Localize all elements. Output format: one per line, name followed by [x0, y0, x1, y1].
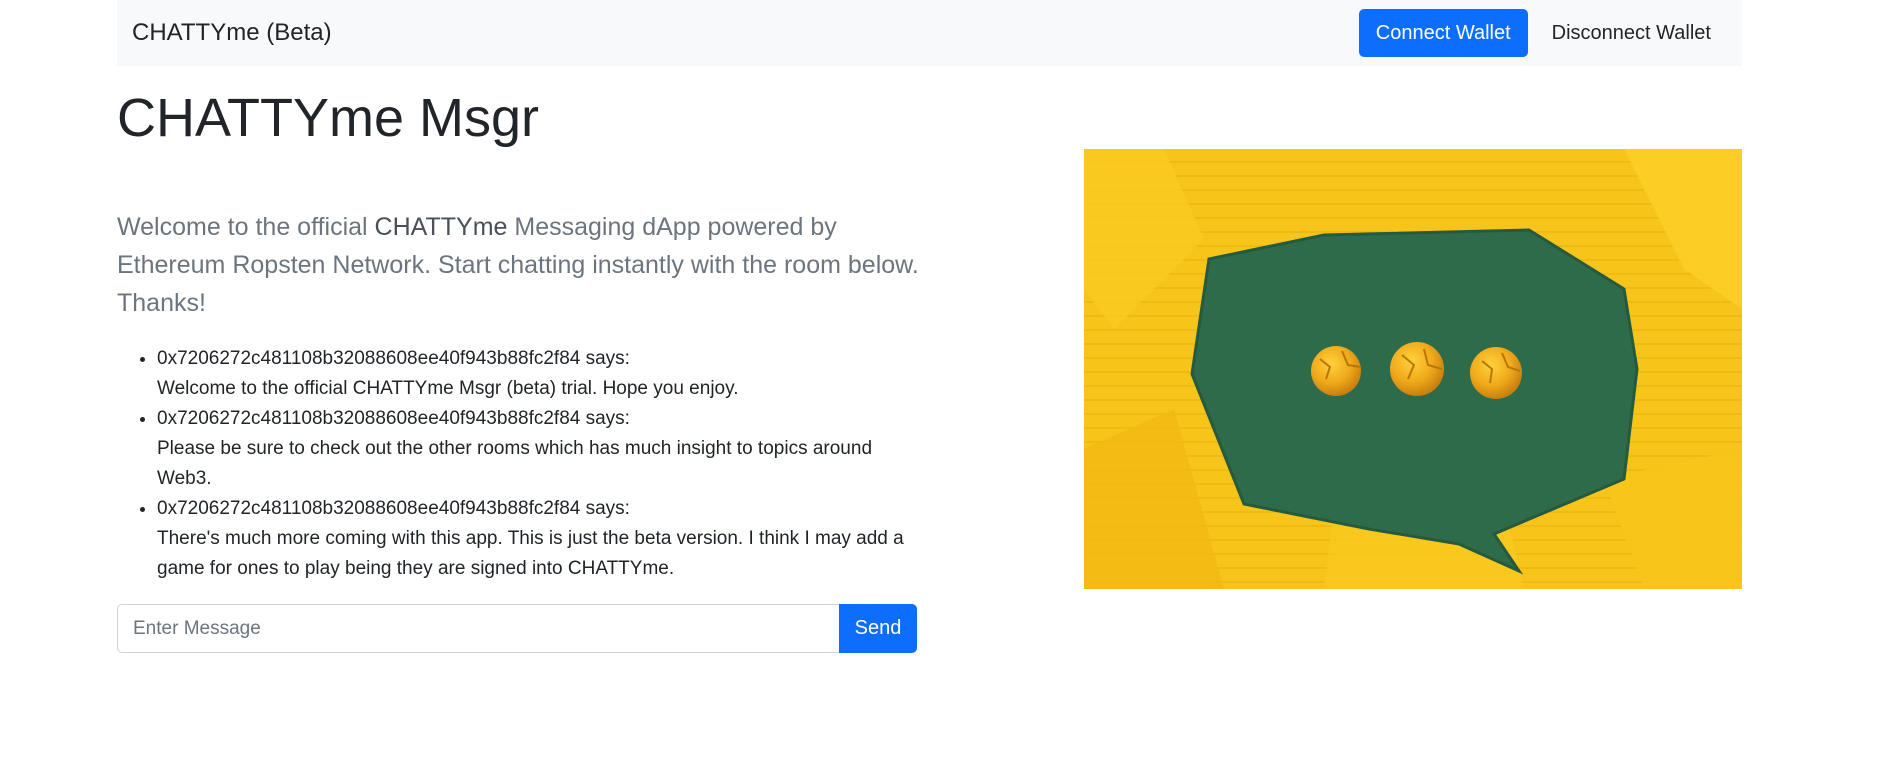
message-text: There's much more coming with this app. …	[157, 528, 904, 579]
brand-link[interactable]: CHATTYme (Beta)	[132, 19, 332, 47]
navbar: CHATTYme (Beta) Connect Wallet Disconnec…	[117, 0, 1742, 66]
message-item: 0x7206272c481108b32088608ee40f943b88fc2f…	[157, 404, 927, 494]
message-form: Send	[117, 604, 917, 653]
disconnect-wallet-button[interactable]: Disconnect Wallet	[1536, 9, 1727, 57]
send-button[interactable]: Send	[839, 604, 917, 653]
message-input[interactable]	[117, 604, 839, 653]
connect-wallet-button[interactable]: Connect Wallet	[1358, 9, 1528, 57]
message-sender: 0x7206272c481108b32088608ee40f943b88fc2f…	[157, 348, 630, 369]
page-title: CHATTYme Msgr	[117, 88, 540, 148]
message-item: 0x7206272c481108b32088608ee40f943b88fc2f…	[157, 344, 927, 404]
message-list: 0x7206272c481108b32088608ee40f943b88fc2f…	[117, 344, 927, 584]
message-text: Please be sure to check out the other ro…	[157, 438, 873, 489]
intro-text: Welcome to the official CHATTYme Messagi…	[117, 208, 937, 322]
intro-brand: CHATTYme	[374, 213, 508, 241]
message-sender: 0x7206272c481108b32088608ee40f943b88fc2f…	[157, 408, 630, 429]
hero-image	[1084, 149, 1742, 589]
speech-bubble-image	[1084, 149, 1742, 589]
navbar-actions: Connect Wallet Disconnect Wallet	[1358, 9, 1727, 57]
message-text: Welcome to the official CHATTYme Msgr (b…	[157, 378, 739, 399]
message-item: 0x7206272c481108b32088608ee40f943b88fc2f…	[157, 494, 927, 584]
message-sender: 0x7206272c481108b32088608ee40f943b88fc2f…	[157, 498, 630, 519]
intro-text-start: Welcome to the official	[117, 213, 375, 241]
